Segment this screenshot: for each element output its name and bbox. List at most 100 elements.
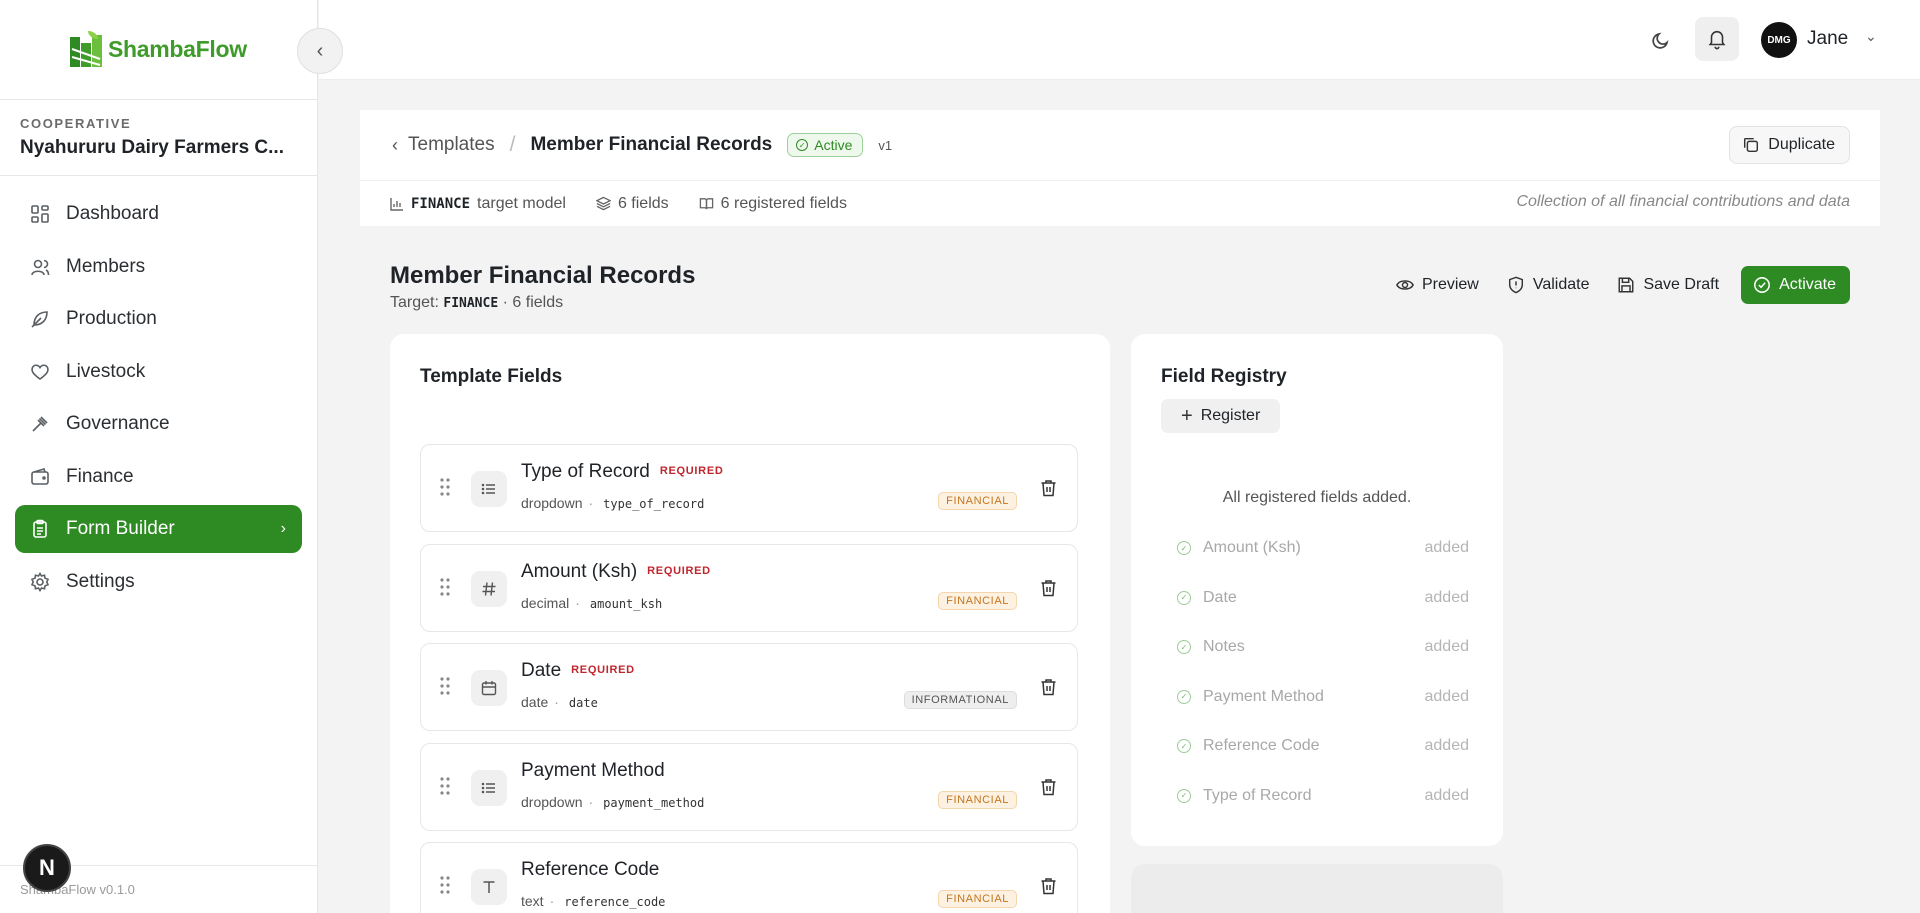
field-name-text: Type of Record [521, 461, 650, 482]
separator: · [554, 694, 559, 710]
field-name: Date REQUIRED [521, 660, 635, 682]
dashboard-icon [31, 205, 49, 223]
separator: · [549, 893, 555, 909]
moon-icon[interactable] [1649, 28, 1673, 52]
required-badge: REQUIRED [647, 564, 711, 577]
cooperative-name: Nyahururu Dairy Farmers C... [20, 137, 284, 158]
template-field-row[interactable]: Amount (Ksh) REQUIRED decimal · amount_ksh FI… [420, 543, 1078, 632]
check-circle-icon: ✓ [1177, 590, 1191, 605]
preview-label: Preview [1421, 276, 1479, 293]
field-meta: date · date [521, 694, 598, 710]
gear-icon [30, 571, 50, 592]
field-registry-card: Field Registry + Register All registered… [1131, 334, 1503, 846]
layers-icon [595, 196, 611, 211]
registry-item-status: added [1424, 737, 1470, 754]
template-field-row[interactable]: Payment Method dropdown · payment_method FIN… [420, 742, 1078, 831]
bar-chart-icon [390, 197, 403, 211]
registry-item: ✓ Amount (Ksh) added [1177, 536, 1469, 560]
sidebar-item-governance[interactable]: Governance [15, 400, 302, 448]
hash-icon [471, 570, 507, 607]
sidebar-item-label: Livestock [66, 360, 146, 382]
registered-count-text: 6 registered fields [720, 194, 847, 212]
register-label: Register [1200, 407, 1261, 424]
drag-handle-icon[interactable] [439, 577, 451, 597]
registry-note: All registered fields added. [1222, 489, 1412, 506]
breadcrumb: ‹ Templates / Member Financial Records ✓… [360, 110, 1880, 181]
field-type: date [521, 694, 549, 710]
subtitle-prefix: Target: [390, 294, 439, 311]
template-field-row[interactable]: Reference Code text · reference_code FINANCI… [420, 842, 1078, 913]
collapse-sidebar-button[interactable]: ‹ [297, 28, 343, 74]
trash-icon[interactable] [1040, 877, 1057, 895]
save-draft-button[interactable]: Save Draft [1603, 266, 1733, 304]
drag-handle-icon[interactable] [439, 875, 451, 895]
check-circle-icon: ✓ [1177, 739, 1191, 753]
sidebar-item-livestock[interactable]: Livestock [15, 348, 302, 396]
target-model-code: FINANCE [411, 195, 471, 212]
subtitle-suffix: · 6 fields [502, 294, 564, 311]
drag-handle-icon[interactable] [439, 776, 451, 796]
field-meta: dropdown · payment_method [521, 794, 704, 810]
field-name: Type of Record REQUIRED [521, 461, 724, 483]
cooperative-label: COOPERATIVE [20, 116, 132, 131]
breadcrumb-separator: / [509, 133, 516, 156]
chevron-right-icon: › [280, 520, 286, 537]
sidebar-item-settings[interactable]: Settings [15, 558, 302, 606]
user-menu-name[interactable]: Jane [1807, 28, 1848, 50]
notifications-button[interactable] [1695, 17, 1739, 61]
template-fields-card: Template Fields Type of Record REQUIRED dr… [390, 334, 1110, 913]
field-name-text: Reference Code [521, 859, 660, 880]
page-title: Member Financial Records [390, 262, 696, 289]
sidebar-item-dashboard[interactable]: Dashboard [15, 190, 302, 238]
required-badge: REQUIRED [659, 465, 724, 477]
list-icon [471, 471, 507, 507]
sidebar-item-label: Production [66, 308, 157, 329]
topbar: DMG Jane ⌄ [319, 0, 1920, 80]
activate-button[interactable]: Activate [1741, 266, 1850, 304]
brand-name: ShambaFlow [108, 36, 247, 62]
template-field-row[interactable]: Date REQUIRED date · date INFORMATIONAL [420, 643, 1078, 731]
bell-icon [1708, 30, 1726, 50]
text-icon [471, 869, 507, 905]
validate-label: Validate [1532, 276, 1590, 293]
sidebar-item-label: Governance [66, 413, 170, 434]
field-key: date [568, 696, 598, 710]
cooperative-switcher[interactable]: COOPERATIVE Nyahururu Dairy Farmers C... [0, 100, 317, 176]
chevron-down-icon[interactable]: ⌄ [1865, 28, 1877, 45]
preview-button[interactable]: Preview [1382, 266, 1493, 304]
trash-icon[interactable] [1040, 678, 1057, 696]
registered-count: 6 registered fields [699, 195, 847, 213]
sidebar-item-form-builder[interactable]: Form Builder › [15, 505, 302, 553]
save-draft-label: Save Draft [1643, 276, 1720, 293]
sidebar-item-label: Dashboard [66, 203, 159, 224]
drag-handle-icon[interactable] [439, 676, 451, 696]
sidebar-item-finance[interactable]: Finance [15, 453, 302, 501]
field-name-text: Amount (Ksh) [521, 560, 638, 582]
registry-item: ✓ Notes added [1177, 635, 1469, 659]
sidebar-item-members[interactable]: Members [15, 243, 302, 291]
duplicate-button[interactable]: Duplicate [1729, 126, 1850, 164]
field-name: Reference Code [521, 859, 659, 881]
registry-item-status: added [1424, 588, 1470, 606]
trash-icon[interactable] [1040, 479, 1057, 497]
drag-handle-icon[interactable] [439, 477, 451, 497]
secondary-card [1131, 864, 1503, 913]
avatar[interactable]: DMG [1761, 22, 1797, 58]
status-badge: ✓ Active [787, 133, 864, 157]
fields-count-text: 6 fields [617, 194, 669, 212]
category-badge: FINANCIAL [938, 890, 1017, 908]
trash-icon[interactable] [1040, 778, 1057, 796]
breadcrumb-templates-link[interactable]: Templates [408, 134, 495, 156]
register-field-button[interactable]: + Register [1161, 399, 1281, 433]
registry-item-status: added [1424, 687, 1470, 705]
template-field-row[interactable]: Type of Record REQUIRED dropdown · type_of_r… [420, 444, 1078, 532]
chevron-left-icon[interactable]: ‹ [392, 135, 398, 156]
separator: · [588, 495, 594, 511]
users-icon [31, 259, 50, 275]
field-name: Payment Method [521, 760, 665, 782]
trash-icon[interactable] [1040, 579, 1057, 597]
validate-button[interactable]: Validate [1493, 266, 1604, 304]
sidebar-item-production[interactable]: Production [15, 295, 302, 343]
dev-tools-badge-icon[interactable]: N [23, 844, 71, 892]
logo[interactable]: ShambaFlow [0, 0, 317, 100]
